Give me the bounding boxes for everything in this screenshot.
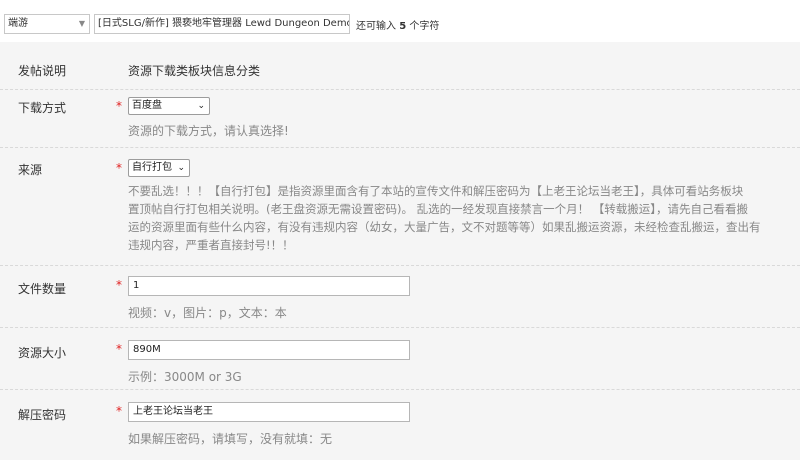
- chevron-down-icon: ⌄: [197, 101, 205, 111]
- source-help-line: 违规内容，严重者直接封号!！！: [128, 238, 294, 252]
- resource-form: 发帖说明 资源下载类板块信息分类 下载方式 * 百度盘 ⌄ 资源的下载方式，请认…: [0, 42, 800, 460]
- title-input[interactable]: [日式SLG/新作] 猥亵地牢管理器 Lewd Dungeon Demo 官: [94, 14, 350, 34]
- resource-size-help: 示例：3000M or 3G: [128, 370, 242, 384]
- required-mark: *: [116, 99, 122, 113]
- download-method-help: 资源的下载方式，请认真选择!: [128, 124, 289, 138]
- file-count-label: 文件数量: [18, 282, 67, 296]
- row-resource-size: 资源大小 * 890M 示例：3000M or 3G: [0, 328, 800, 390]
- row-source: 来源 * 自行打包 ⌄ 不要乱选！！！【自行打包】是指资源里面含有了本站的宣传文…: [0, 148, 800, 266]
- hint-count: 5: [399, 21, 407, 32]
- row-download-method: 下载方式 * 百度盘 ⌄ 资源的下载方式，请认真选择!: [0, 90, 800, 148]
- password-label: 解压密码: [18, 408, 67, 422]
- source-help: 不要乱选！！！【自行打包】是指资源里面含有了本站的宣传文件和解压密码为【上老王论…: [128, 182, 800, 254]
- hint-suffix: 个字符: [409, 21, 440, 32]
- source-help-line: 不要乱选！！！【自行打包】是指资源里面含有了本站的宣传文件和解压密码为【上老王论…: [128, 184, 744, 198]
- resource-size-label: 资源大小: [18, 346, 67, 360]
- chevron-down-icon: ▼: [78, 19, 85, 28]
- file-count-input[interactable]: 1: [128, 276, 410, 296]
- row-post-info: 发帖说明 资源下载类板块信息分类: [0, 42, 800, 90]
- download-method-label: 下载方式: [18, 101, 67, 115]
- source-help-line: 置顶帖自行打包相关说明。(老王盘资源无需设置密码)。 乱选的一经发现直接禁言一个…: [128, 202, 749, 216]
- password-help: 如果解压密码，请填写，没有就填：无: [128, 432, 333, 446]
- resource-size-input[interactable]: 890M: [128, 340, 410, 360]
- file-count-help: 视频：v，图片：p，文本：本: [128, 306, 287, 320]
- source-label: 来源: [18, 163, 43, 177]
- source-help-line: 运的资源里面有些什么内容，有没有违规内容（幼女，大量广告，文不对题等等）如果乱搬…: [128, 220, 761, 234]
- required-mark: *: [116, 404, 122, 418]
- download-method-value: 百度盘: [132, 100, 162, 111]
- post-info-label: 发帖说明: [18, 64, 67, 78]
- chevron-down-icon: ⌄: [177, 163, 185, 173]
- source-select[interactable]: 自行打包 ⌄: [128, 159, 190, 177]
- category-select[interactable]: 端游 ▼: [4, 14, 90, 34]
- char-count-hint: 还可输入 5 个字符: [356, 17, 439, 32]
- title-row: 端游 ▼ [日式SLG/新作] 猥亵地牢管理器 Lewd Dungeon Dem…: [0, 0, 800, 40]
- category-select-value: 端游: [8, 18, 28, 29]
- required-mark: *: [116, 278, 122, 292]
- row-file-count: 文件数量 * 1 视频：v，图片：p，文本：本: [0, 266, 800, 328]
- password-input[interactable]: 上老王论坛当老王: [128, 402, 410, 422]
- required-mark: *: [116, 342, 122, 356]
- required-mark: *: [116, 161, 122, 175]
- source-value: 自行打包: [132, 162, 172, 173]
- post-editor: 端游 ▼ [日式SLG/新作] 猥亵地牢管理器 Lewd Dungeon Dem…: [0, 0, 800, 460]
- hint-prefix: 还可输入: [356, 21, 396, 32]
- post-info-value: 资源下载类板块信息分类: [128, 64, 261, 78]
- download-method-select[interactable]: 百度盘 ⌄: [128, 97, 210, 115]
- row-password: 解压密码 * 上老王论坛当老王 如果解压密码，请填写，没有就填：无: [0, 390, 800, 460]
